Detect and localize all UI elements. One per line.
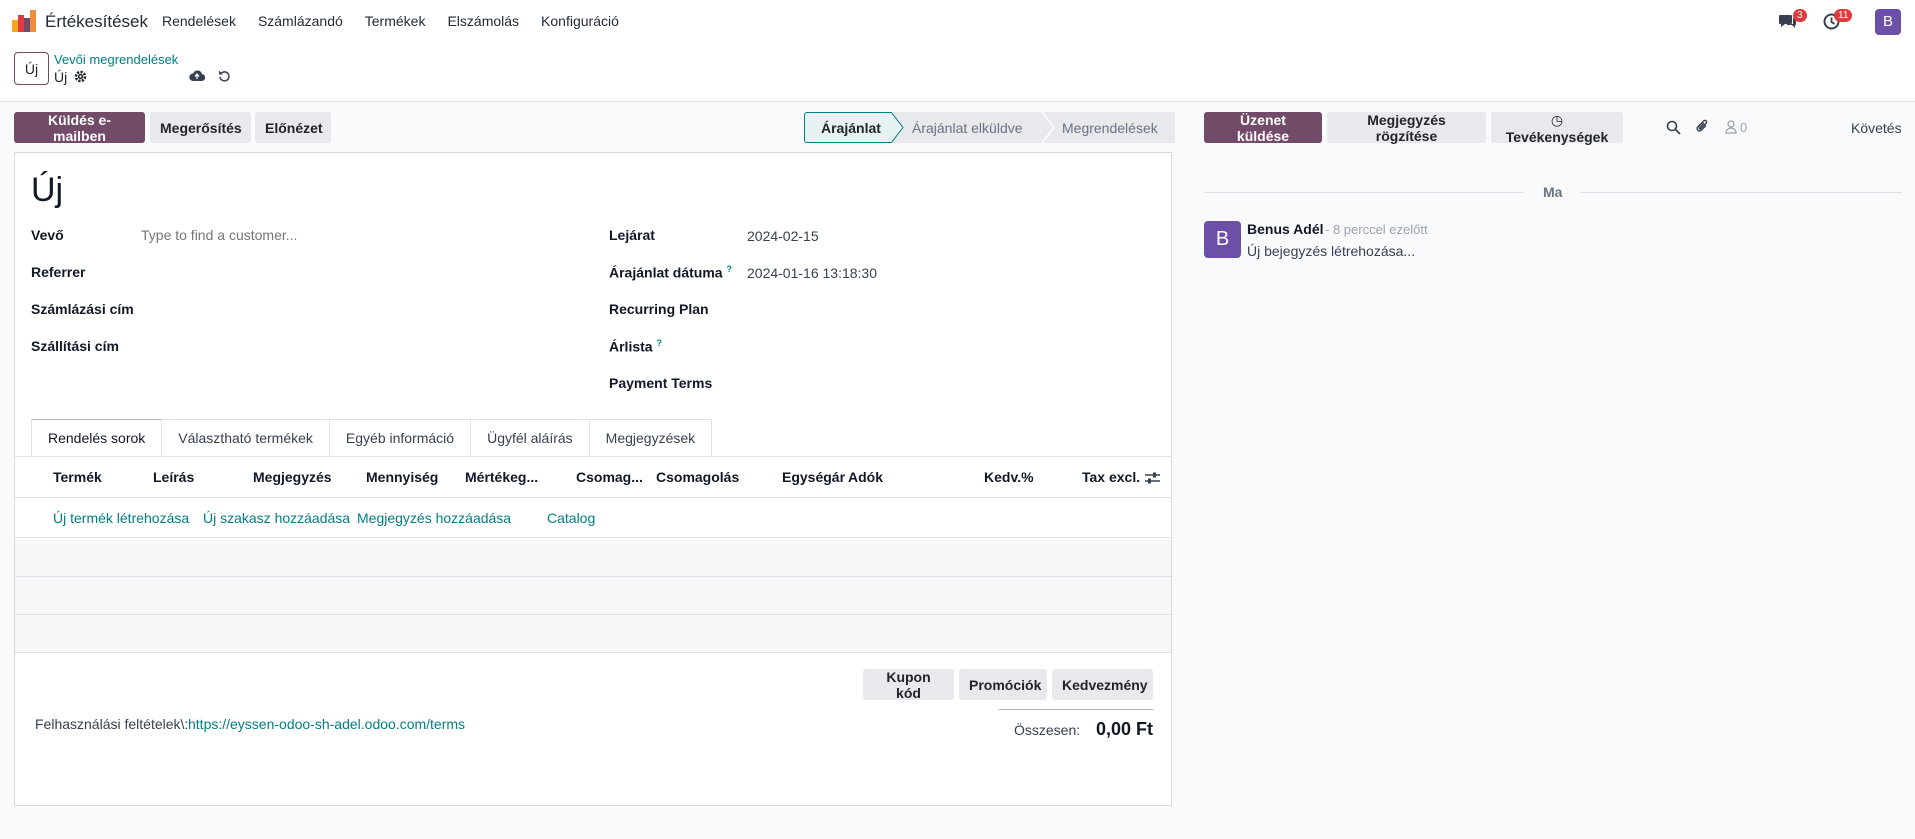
message-body: Új bejegyzés létrehozása... (1247, 243, 1416, 259)
customer-label: Vevő (31, 227, 64, 243)
app-name[interactable]: Értékesítések (45, 12, 148, 32)
add-product-link[interactable]: Új termék létrehozása (53, 510, 189, 526)
confirm-button[interactable]: Megerősítés (150, 112, 251, 143)
help-icon[interactable]: ? (656, 338, 662, 348)
column-product[interactable]: Termék (53, 469, 102, 485)
expiration-field[interactable]: 2024-02-15 (747, 228, 819, 244)
referrer-label: Referrer (31, 264, 86, 280)
clock-icon: ◷ (1550, 112, 1564, 128)
invoice-address-label: Számlázási cím (31, 301, 134, 317)
date-separator: Ma (1543, 184, 1563, 200)
order-lines-header: Termék Leírás Megjegyzés Mennyiség Mérté… (15, 457, 1171, 498)
main-menu: Rendelések Számlázandó Termékek Elszámol… (162, 13, 641, 29)
preview-button[interactable]: Előnézet (255, 112, 331, 143)
activities-badge: 11 (1834, 9, 1853, 22)
menu-szamlazando[interactable]: Számlázandó (258, 13, 343, 29)
expiration-label: Lejárat (609, 227, 655, 243)
gear-icon[interactable] (74, 70, 87, 83)
menu-konfiguracio[interactable]: Konfiguráció (541, 13, 619, 29)
terms-link[interactable]: https://eyssen-odoo-sh-adel.odoo.com/ter… (188, 716, 465, 732)
tab-optional-products[interactable]: Választható termékek (161, 419, 330, 456)
user-avatar[interactable]: B (1875, 9, 1901, 35)
empty-row (15, 615, 1171, 653)
breadcrumb-parent[interactable]: Vevői megrendelések (54, 52, 178, 67)
save-cloud-icon[interactable] (189, 69, 205, 82)
menu-rendelesek[interactable]: Rendelések (162, 13, 236, 29)
search-icon[interactable] (1666, 120, 1681, 135)
column-uom[interactable]: Mértékeg... (465, 469, 538, 485)
recurring-plan-label: Recurring Plan (609, 301, 709, 317)
tab-other-info[interactable]: Egyéb információ (328, 419, 472, 456)
column-unit-price[interactable]: Egységár (782, 469, 845, 485)
promotions-button[interactable]: Promóciók (959, 669, 1047, 700)
delivery-address-label: Szállítási cím (31, 338, 119, 354)
activities-button[interactable]: ◷ Tevékenységek (1491, 112, 1623, 145)
message-author-avatar[interactable]: B (1204, 221, 1241, 258)
tab-notes[interactable]: Megjegyzések (588, 419, 713, 456)
record-title: Új (31, 171, 64, 209)
date-separator-line (1580, 192, 1902, 193)
log-note-button[interactable]: Megjegyzés rögzítése (1327, 112, 1486, 144)
add-note-link[interactable]: Megjegyzés hozzáadása (357, 510, 511, 526)
add-line-row: Új termék létrehozása Új szakasz hozzáad… (15, 498, 1171, 538)
message-author[interactable]: Benus Adél (1247, 221, 1324, 237)
column-subtotal[interactable]: Tax excl. (1082, 469, 1140, 485)
total-label: Összesen: (1014, 722, 1081, 738)
follow-button[interactable]: Követés (1851, 120, 1902, 136)
empty-row (15, 539, 1171, 577)
total-amount: 0,00 Ft (1096, 719, 1154, 739)
column-quantity[interactable]: Mennyiség (366, 469, 438, 485)
pricelist-label-text: Árlista (609, 338, 653, 355)
discard-undo-icon[interactable] (218, 69, 231, 82)
quotation-date-label-text: Árajánlat dátuma (609, 264, 723, 281)
discount-button[interactable]: Kedvezmény (1052, 669, 1153, 700)
tab-order-lines[interactable]: Rendelés sorok (31, 419, 163, 456)
optional-columns-icon[interactable] (1145, 471, 1160, 485)
followers-icon[interactable] (1725, 120, 1737, 134)
send-message-button[interactable]: Üzenet küldése (1204, 112, 1322, 144)
column-packaging[interactable]: Csomagolás (656, 469, 739, 485)
coupon-code-button[interactable]: Kupon kód (863, 669, 954, 701)
pricelist-label: Árlista ? (609, 338, 662, 355)
menu-elszamolas[interactable]: Elszámolás (447, 13, 519, 29)
terms-label: Felhasználási feltételek\: (35, 716, 189, 732)
top-navbar: Értékesítések Rendelések Számlázandó Ter… (0, 0, 1915, 44)
activities-button-label: Tevékenységek (1505, 129, 1609, 145)
breadcrumb-current: Új (54, 69, 68, 85)
app-logo-icon[interactable] (12, 10, 36, 32)
stage-arrows (890, 112, 1055, 143)
quotation-date-field[interactable]: 2024-01-16 13:18:30 (747, 265, 877, 281)
chatter-panel (1185, 102, 1915, 839)
column-discount[interactable]: Kedv.% (984, 469, 1034, 485)
form-sheet: Új Vevő Referrer Számlázási cím Szállítá… (14, 152, 1172, 806)
quotation-date-label: Árajánlat dátuma ? (609, 264, 732, 281)
messages-badge: 3 (1793, 9, 1807, 22)
followers-count[interactable]: 0 (1740, 120, 1747, 135)
tab-customer-signature[interactable]: Ügyfél aláírás (470, 419, 590, 456)
column-package-qty[interactable]: Csomag... (576, 469, 643, 485)
column-note[interactable]: Megjegyzés (253, 469, 332, 485)
customer-input[interactable] (141, 223, 541, 247)
payment-terms-label: Payment Terms (609, 375, 713, 391)
column-taxes[interactable]: Adók (848, 469, 883, 485)
catalog-link[interactable]: Catalog (547, 510, 595, 526)
menu-termekek[interactable]: Termékek (365, 13, 426, 29)
total-divider (999, 709, 1153, 710)
column-description[interactable]: Leírás (153, 469, 194, 485)
date-separator-line (1204, 192, 1524, 193)
empty-row (15, 577, 1171, 615)
send-email-button[interactable]: Küldés e-mailben (14, 112, 145, 144)
control-panel: Új Vevői megrendelések Új (0, 44, 1915, 102)
new-button[interactable]: Új (14, 52, 49, 85)
status-bar: Árajánlat Árajánlat elküldve Megrendelés… (804, 112, 1175, 143)
paperclip-icon[interactable] (1695, 118, 1710, 135)
add-section-link[interactable]: Új szakasz hozzáadása (203, 510, 350, 526)
notebook-tabs: Rendelés sorok Választható termékek Egyé… (31, 419, 713, 456)
message-time: - 8 perccel ezelőtt (1325, 222, 1428, 237)
help-icon[interactable]: ? (726, 264, 732, 274)
